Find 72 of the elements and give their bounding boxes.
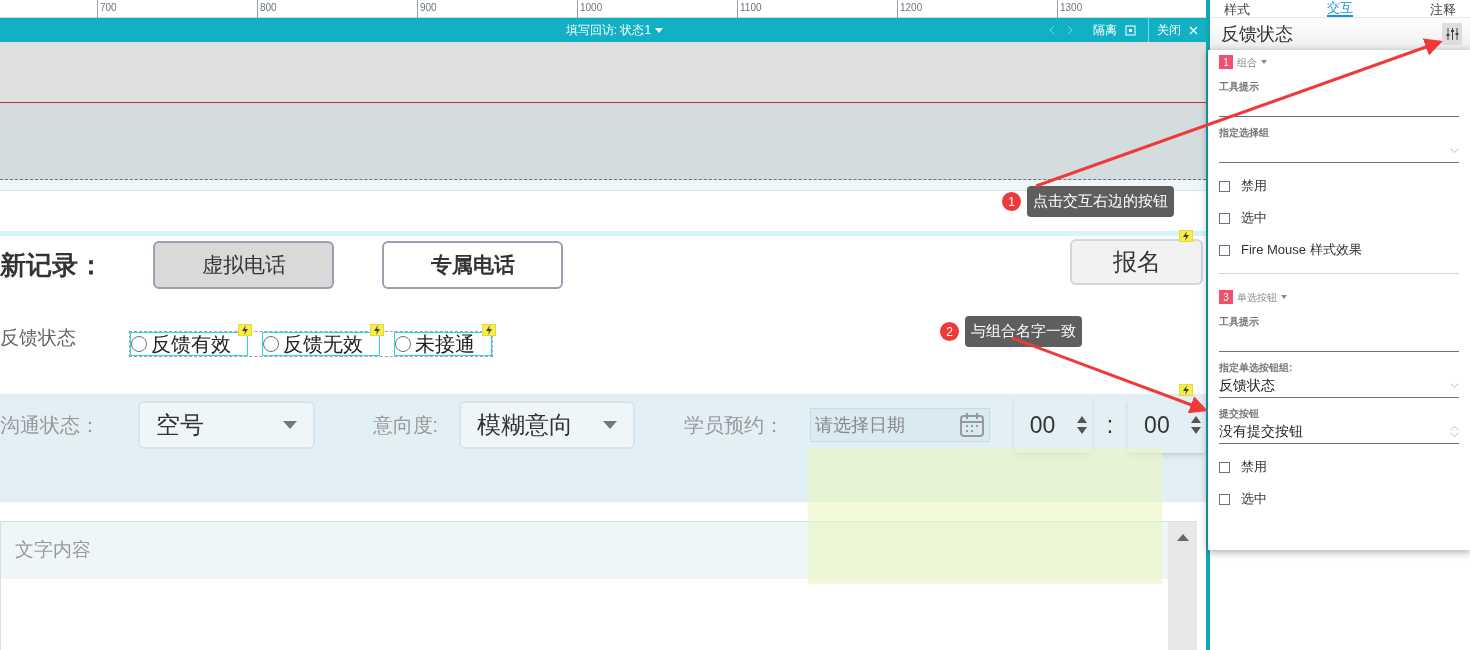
field-label: 反馈状态 <box>0 325 77 350</box>
sliders-icon <box>1445 28 1459 40</box>
checkbox-label: 禁用 <box>1241 177 1267 196</box>
calendar-icon <box>958 412 985 438</box>
caret-icon <box>655 27 664 33</box>
checkbox[interactable] <box>1219 493 1230 505</box>
ruler-label: 700 <box>100 1 117 15</box>
checkbox-label: 禁用 <box>1241 458 1267 477</box>
dropdown[interactable]: 反馈状态 <box>1219 374 1459 398</box>
scrollbar[interactable] <box>1168 522 1197 650</box>
step-number: 2 <box>940 322 959 341</box>
radio-button[interactable] <box>131 336 147 352</box>
stepper-icon <box>1075 414 1088 436</box>
field-label: 学员预约： <box>684 413 786 438</box>
scroll-up-icon <box>1176 534 1189 541</box>
radio-button[interactable] <box>395 336 411 352</box>
lightning-icon <box>238 324 252 336</box>
section-toggle[interactable]: 单选按钮 <box>1237 289 1287 305</box>
caret-icon <box>603 421 618 429</box>
ruler-label: 1000 <box>580 1 603 15</box>
panel-tab[interactable]: 样式 <box>1224 2 1250 17</box>
ruler-label: 1200 <box>900 1 923 15</box>
time-separator: : <box>1106 410 1114 440</box>
expand-icon <box>1125 24 1136 36</box>
lightning-icon <box>1179 230 1193 242</box>
section-heading: 新记录： <box>0 248 105 282</box>
field-label: 指定单选按钮组: <box>1219 361 1294 374</box>
radio-button[interactable] <box>263 336 279 352</box>
signup-button[interactable]: 报名 <box>1070 239 1203 285</box>
caret-icon <box>1261 60 1267 64</box>
chevron-icon <box>1450 383 1459 388</box>
checkbox[interactable] <box>1219 461 1230 473</box>
field-label: 工具提示 <box>1219 80 1260 93</box>
checkbox[interactable] <box>1219 244 1230 256</box>
close-icon <box>1189 25 1198 35</box>
phone-button[interactable]: 专属电话 <box>382 241 563 289</box>
field-label: 沟通状态： <box>0 413 101 438</box>
settings-button[interactable] <box>1442 23 1462 45</box>
lightning-icon <box>370 324 384 336</box>
field-label: 意向度: <box>372 413 440 438</box>
dropdown[interactable]: 没有提交按钮 <box>1219 420 1459 444</box>
ruler-label: 1100 <box>740 1 762 15</box>
stepper-icon <box>1450 426 1459 437</box>
dropdown[interactable]: 空号 <box>137 401 315 449</box>
number-badge: 3 <box>1219 290 1233 304</box>
lightning-icon <box>482 324 496 336</box>
callout-label: 与组合名字一致 <box>965 316 1082 347</box>
time-spinner[interactable]: 00 <box>1128 397 1206 453</box>
checkbox[interactable] <box>1219 212 1230 224</box>
phone-button[interactable]: 虚拟电话 <box>153 241 334 289</box>
ruler-label: 800 <box>260 1 277 15</box>
time-spinner[interactable]: 00 <box>1013 397 1092 453</box>
field-label: 提交按钮 <box>1219 407 1260 420</box>
field-label: 指定选择组 <box>1219 126 1270 139</box>
panel-title: 反馈状态 <box>1221 22 1293 46</box>
checkbox-label: 选中 <box>1241 490 1267 509</box>
section-toggle[interactable]: 组合 <box>1237 54 1267 70</box>
lightning-icon <box>1179 384 1193 396</box>
callout-label: 点击交互右边的按钮 <box>1027 186 1174 217</box>
ruler-label: 900 <box>420 1 437 15</box>
dropdown[interactable]: 模糊意向 <box>459 401 636 449</box>
checkbox[interactable] <box>1219 180 1230 192</box>
panel-tab[interactable]: 注释 <box>1430 2 1456 17</box>
checkbox-label: Fire Mouse 样式效果 <box>1241 241 1362 260</box>
ruler-label: 1300 <box>1060 1 1083 15</box>
caret-icon <box>282 421 297 429</box>
caret-icon <box>1281 295 1287 299</box>
stepper-icon <box>1190 414 1203 436</box>
checkbox-label: 选中 <box>1241 209 1267 228</box>
field-label: 工具提示 <box>1219 315 1260 328</box>
number-badge: 1 <box>1219 55 1233 69</box>
chevron-icon <box>1450 148 1459 153</box>
